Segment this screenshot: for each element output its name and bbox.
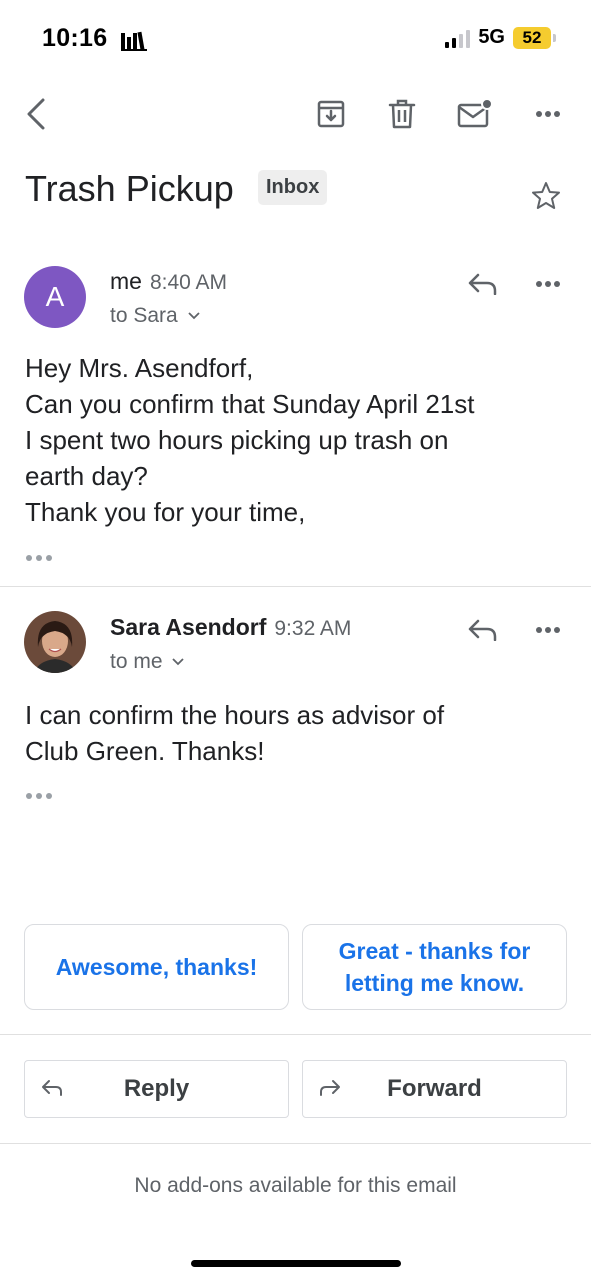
forward-action-button[interactable]: Forward bbox=[302, 1060, 567, 1118]
chevron-down-icon bbox=[172, 658, 185, 666]
reply-icon bbox=[468, 619, 497, 641]
trash-icon bbox=[388, 99, 416, 129]
email-subject: Trash Pickup bbox=[25, 168, 234, 209]
back-icon bbox=[27, 98, 45, 130]
mark-unread-button[interactable] bbox=[453, 88, 497, 140]
message-item[interactable]: Sara Asendorf 9:32 AM to me I can confirm… bbox=[0, 608, 591, 808]
more-icon bbox=[536, 627, 560, 633]
star-icon bbox=[532, 182, 560, 209]
status-time: 10:16 bbox=[42, 24, 108, 52]
status-indicators: 5G 52 bbox=[445, 26, 556, 49]
body-line: Can you confirm that Sunday April 21st bbox=[25, 389, 475, 419]
message-body: Hey Mrs. Asendforf, Can you confirm that… bbox=[25, 350, 474, 530]
message-more-button[interactable] bbox=[528, 264, 568, 304]
recipient-toggle[interactable]: to me bbox=[110, 650, 185, 674]
archive-icon bbox=[317, 100, 345, 128]
addons-message: No add-ons available for this email bbox=[134, 1174, 457, 1197]
divider bbox=[0, 1143, 591, 1144]
inbox-label[interactable]: Inbox bbox=[258, 170, 328, 205]
body-line: I can confirm the hours as advisor of bbox=[25, 700, 445, 730]
reply-button[interactable] bbox=[462, 264, 502, 304]
signal-icon bbox=[445, 28, 471, 48]
more-options-button[interactable] bbox=[526, 88, 570, 140]
sender-row[interactable]: Sara Asendorf 9:32 AM bbox=[110, 614, 351, 641]
sender-name: me bbox=[110, 268, 142, 294]
star-button[interactable] bbox=[530, 180, 562, 217]
sender-row[interactable]: me 8:40 AM bbox=[110, 268, 227, 295]
battery-icon: 52 bbox=[513, 26, 556, 49]
battery-level: 52 bbox=[522, 27, 542, 47]
smart-reply-text: Great - thanks for bbox=[338, 938, 531, 964]
message-body: I can confirm the hours as advisor of Cl… bbox=[25, 697, 444, 769]
show-trimmed-content-button[interactable] bbox=[26, 555, 52, 561]
library-icon bbox=[120, 30, 150, 57]
archive-button[interactable] bbox=[309, 88, 353, 140]
back-button[interactable] bbox=[14, 88, 58, 140]
avatar[interactable] bbox=[24, 611, 86, 673]
body-line: Hey Mrs. Asendforf, bbox=[25, 353, 254, 383]
message-time: 9:32 AM bbox=[274, 617, 352, 640]
message-more-button[interactable] bbox=[528, 610, 568, 650]
recipient-text: to Sara bbox=[110, 304, 178, 327]
smart-reply-chip[interactable]: Great - thanks for letting me know. bbox=[302, 924, 567, 1010]
reply-action-button[interactable]: Reply bbox=[24, 1060, 289, 1118]
recipient-text: to me bbox=[110, 650, 163, 673]
more-icon bbox=[536, 111, 560, 117]
forward-label: Forward bbox=[387, 1075, 482, 1102]
avatar-letter: A bbox=[45, 281, 65, 312]
recipient-toggle[interactable]: to Sara bbox=[110, 304, 200, 328]
smart-reply-chip[interactable]: Awesome, thanks! bbox=[24, 924, 289, 1010]
avatar[interactable]: A bbox=[24, 266, 86, 328]
body-line: I spent two hours picking up trash on bbox=[25, 425, 449, 455]
home-indicator[interactable] bbox=[191, 1260, 401, 1267]
reply-label: Reply bbox=[123, 1075, 190, 1102]
body-line: Thank you for your time, bbox=[25, 497, 306, 527]
smart-reply-text: letting me know. bbox=[344, 970, 525, 996]
message-time: 8:40 AM bbox=[149, 271, 228, 294]
reply-icon bbox=[468, 273, 497, 295]
top-toolbar bbox=[0, 88, 591, 140]
divider bbox=[0, 586, 591, 587]
network-type: 5G bbox=[478, 26, 505, 48]
status-bar: 10:16 5G 52 bbox=[0, 0, 591, 80]
more-icon bbox=[536, 281, 560, 287]
body-line: Club Green. Thanks! bbox=[25, 736, 265, 766]
chevron-down-icon bbox=[187, 312, 200, 320]
delete-button[interactable] bbox=[380, 88, 424, 140]
reply-button[interactable] bbox=[462, 610, 502, 650]
body-line: earth day? bbox=[25, 461, 148, 491]
smart-reply-text: Awesome, thanks! bbox=[55, 954, 258, 980]
mark-unread-icon bbox=[457, 99, 493, 128]
divider bbox=[0, 1034, 591, 1035]
sender-name: Sara Asendorf bbox=[110, 614, 267, 640]
message-item[interactable]: A me 8:40 AM to Sara Hey Mrs. Asendforf, … bbox=[0, 262, 591, 582]
show-trimmed-content-button[interactable] bbox=[26, 793, 52, 799]
